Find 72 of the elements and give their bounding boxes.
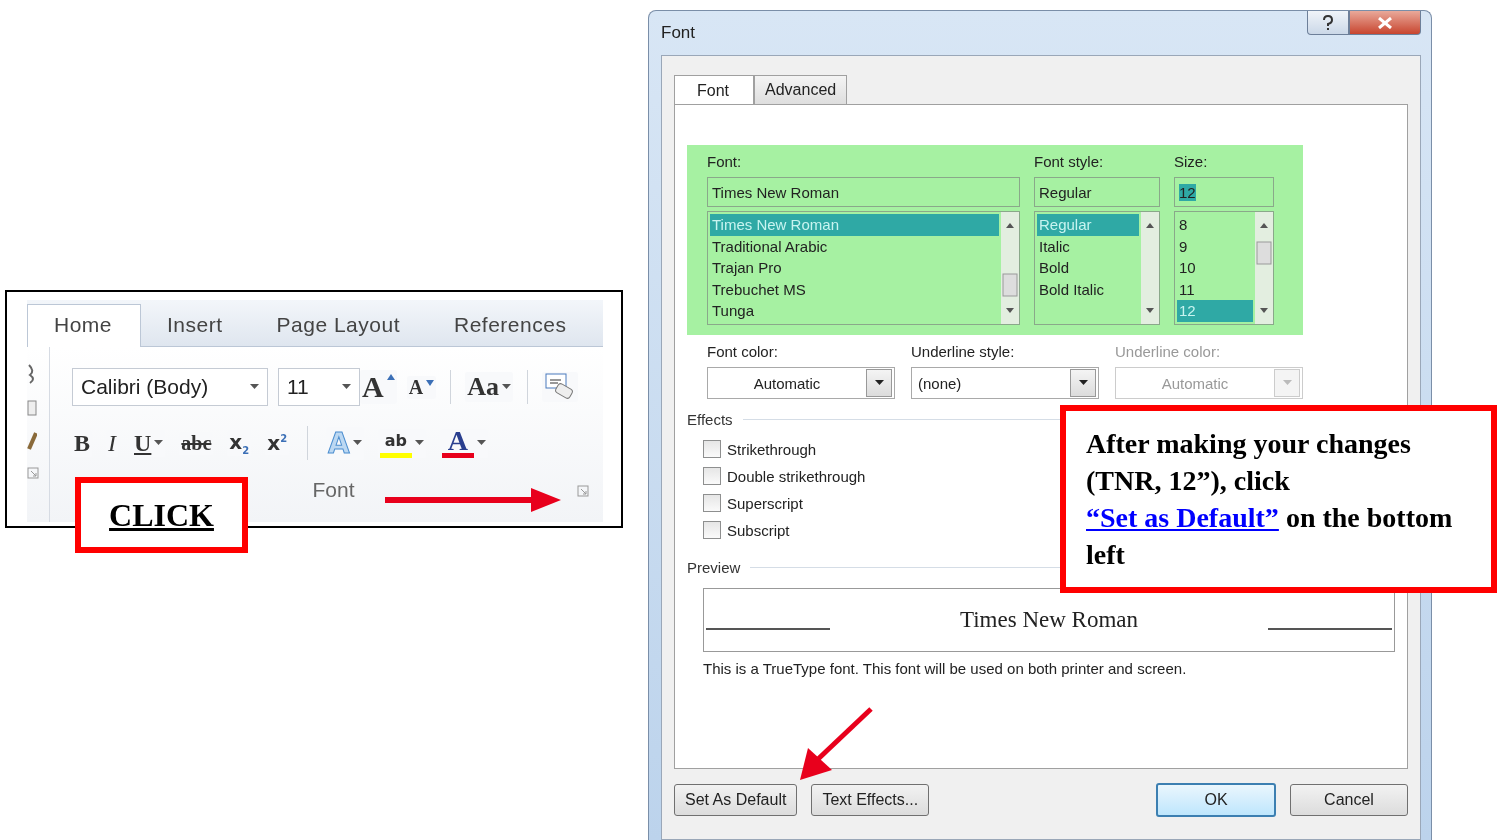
checkbox-label: Superscript: [727, 494, 803, 512]
dialog-tab[interactable]: Advanced: [754, 75, 848, 104]
list-item[interactable]: 9: [1177, 235, 1253, 258]
list-box[interactable]: Times New Roman Traditional Arabic Trajan Pro Trebuchet MS Tunga: [707, 211, 1020, 325]
font-name-combo[interactable]: Calibri (Body): [72, 368, 268, 406]
link[interactable]: “Set as Default”: [1086, 502, 1279, 533]
list-item[interactable]: Bold: [1037, 257, 1139, 279]
ribbon-tab[interactable]: Insert: [141, 305, 251, 346]
list-item[interactable]: 11: [1177, 278, 1253, 301]
input-field[interactable]: Times New Roman: [707, 177, 1020, 207]
field-label: Font style:: [1034, 153, 1105, 172]
ribbon-tab[interactable]: Home: [27, 304, 142, 347]
dialog-button[interactable]: Text Effects...: [811, 784, 930, 816]
field-label: Font color:: [707, 343, 779, 362]
caret-icon: [1282, 380, 1292, 386]
change-case-button[interactable]: Aa: [465, 372, 513, 402]
dialog-button[interactable]: OK: [1156, 783, 1276, 817]
list-item[interactable]: 8: [1177, 214, 1253, 236]
preview-text: Times New Roman: [959, 607, 1139, 633]
checkbox-label: Subscript: [727, 521, 790, 539]
checkbox[interactable]: [703, 521, 721, 539]
caret-icon: [874, 380, 884, 386]
checkbox[interactable]: [703, 494, 721, 512]
input-field[interactable]: Regular: [1034, 177, 1160, 207]
dialog-tab[interactable]: Font: [674, 75, 754, 105]
dropdown-field[interactable]: Automatic: [707, 367, 895, 399]
preview-note: This is a TrueType font. This font will be used on both printer and screen.: [703, 660, 1188, 677]
clear-formatting-button[interactable]: [541, 372, 578, 402]
section-title: Preview: [687, 559, 741, 576]
checkbox-label: Double strikethrough: [727, 467, 866, 485]
close-icon: [1378, 16, 1392, 29]
list-item[interactable]: Bold Italic: [1037, 278, 1139, 301]
dialog-button[interactable]: Cancel: [1290, 784, 1408, 816]
field-label: Size:: [1174, 153, 1209, 172]
up-triangle-icon: [386, 374, 395, 380]
shrink-font-button[interactable]: A: [406, 375, 437, 399]
list-item[interactable]: Trebuchet MS: [710, 278, 999, 301]
list-item[interactable]: 10: [1177, 257, 1253, 279]
caret-icon: [1078, 380, 1088, 386]
down-triangle-icon: [426, 379, 435, 386]
instruction-text: After making your changes (TNR, 12”), click “Set as Default” on the bottom left: [1060, 405, 1497, 593]
caret-icon: [250, 384, 259, 390]
field-label: Underline color:: [1115, 343, 1222, 362]
checkbox-label: Strikethrough: [727, 440, 817, 458]
callout-text: CLICK: [75, 477, 248, 553]
help-icon: [1322, 14, 1334, 31]
group-label: Font: [312, 478, 355, 502]
caret-icon: [342, 384, 351, 390]
list-item[interactable]: Italic: [1037, 235, 1139, 258]
list-item[interactable]: Traditional Arabic: [710, 235, 999, 258]
section-title: Effects: [687, 411, 733, 428]
list-box[interactable]: Regular Italic Bold Bold Italic: [1034, 211, 1160, 325]
checkbox[interactable]: [703, 467, 721, 485]
dropdown-field[interactable]: (none): [911, 367, 1099, 399]
window-title: Font: [661, 23, 696, 44]
field-label: Underline style:: [911, 343, 1016, 362]
list-item[interactable]: Tunga: [710, 300, 999, 322]
dialog-button[interactable]: Set As Default: [674, 784, 798, 816]
field-label: Font:: [707, 153, 743, 172]
close-button[interactable]: [1349, 11, 1421, 35]
dialog-launcher-icon: [577, 485, 589, 497]
input-field[interactable]: 12: [1174, 177, 1274, 207]
eraser-icon: [543, 372, 576, 402]
list-box[interactable]: 8 9 10 11 12: [1174, 211, 1274, 325]
brush-icon: [27, 431, 37, 453]
list-item[interactable]: Trajan Pro: [710, 257, 999, 279]
checkbox[interactable]: [703, 440, 721, 458]
font-size-combo[interactable]: 11: [278, 368, 360, 406]
ribbon-tab[interactable]: References: [428, 305, 595, 346]
dialog-launcher-icon: [27, 467, 39, 479]
ribbon-tab[interactable]: Page Layout: [250, 305, 428, 346]
help-button[interactable]: [1307, 11, 1349, 35]
